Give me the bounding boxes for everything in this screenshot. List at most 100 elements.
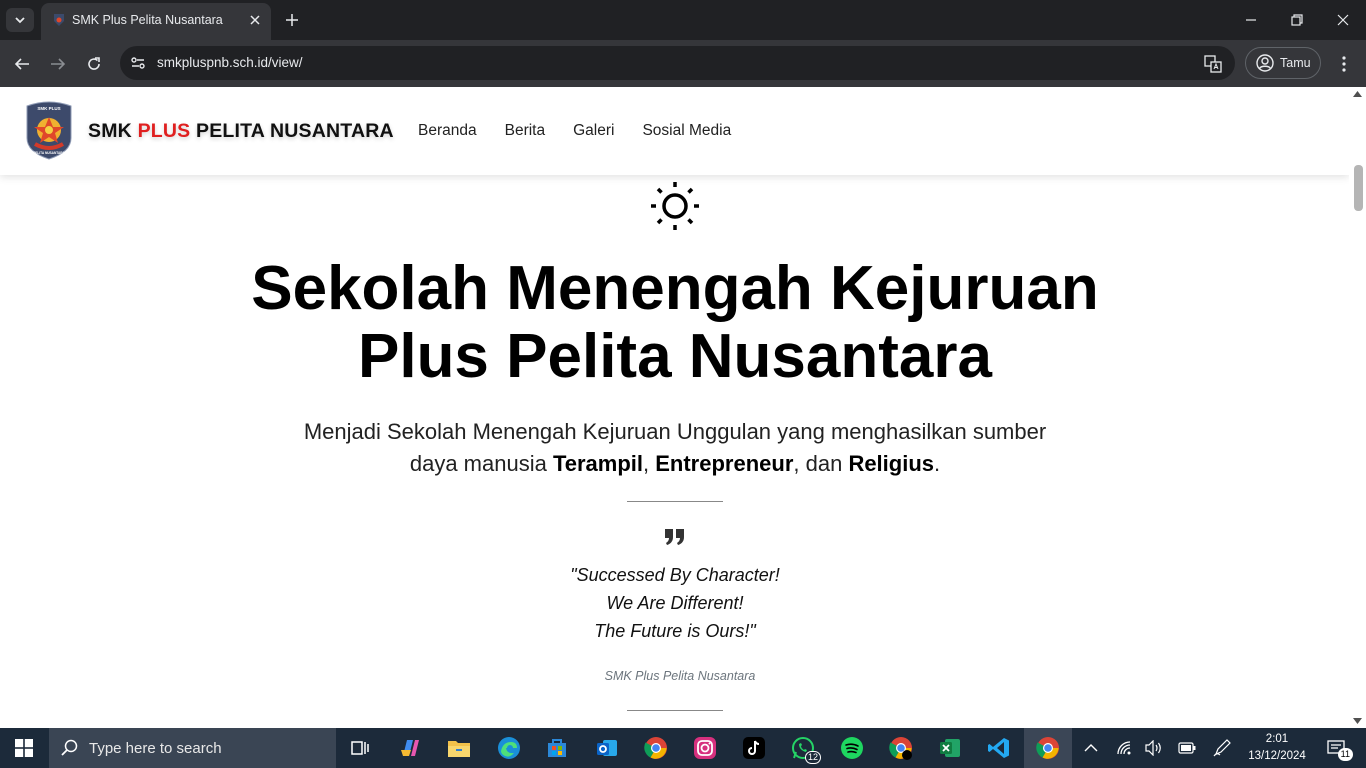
- start-button[interactable]: [0, 728, 48, 768]
- scroll-down-arrow-icon[interactable]: [1353, 718, 1362, 724]
- lead-religius: Religius: [848, 451, 935, 476]
- taskbar-search[interactable]: Type here to search: [49, 728, 336, 768]
- lead-separator: ,: [643, 451, 656, 476]
- chrome-profile-icon[interactable]: [887, 734, 915, 762]
- main-nav: Beranda Berita Galeri Sosial Media: [418, 122, 731, 140]
- battery-icon[interactable]: [1178, 739, 1196, 757]
- quote-line2: We Are Different!: [606, 593, 744, 613]
- profile-button[interactable]: Tamu: [1245, 47, 1321, 79]
- web-page: SMK PLUS PELITA NUSANTARA SMK PLUS PELIT…: [0, 87, 1366, 728]
- site-header: SMK PLUS PELITA NUSANTARA SMK PLUS PELIT…: [0, 87, 1349, 175]
- nav-sosial-media[interactable]: Sosial Media: [642, 122, 731, 140]
- taskbar: Type here to search 12 2:01 13/12/2024 1…: [0, 728, 1366, 768]
- scrollbar-thumb[interactable]: [1354, 165, 1363, 211]
- edge-icon[interactable]: [495, 734, 523, 762]
- pen-icon[interactable]: [1213, 739, 1231, 757]
- page-scrollbar[interactable]: [1349, 87, 1366, 728]
- notification-badge: 11: [1337, 748, 1353, 761]
- file-explorer-icon[interactable]: [445, 734, 473, 762]
- volume-icon[interactable]: [1145, 739, 1163, 757]
- sun-icon[interactable]: [650, 181, 700, 231]
- brand-suffix: PELITA NUSANTARA: [190, 120, 394, 142]
- reload-icon: [88, 57, 100, 70]
- tab-title: SMK Plus Pelita Nusantara: [72, 13, 223, 27]
- vscode-icon[interactable]: [985, 734, 1013, 762]
- forward-button[interactable]: [46, 52, 70, 76]
- tab-active[interactable]: SMK Plus Pelita Nusantara: [41, 3, 271, 40]
- back-button[interactable]: [10, 52, 34, 76]
- quote-line1: "Successed By Character!: [570, 565, 780, 585]
- school-logo[interactable]: SMK PLUS PELITA NUSANTARA: [24, 100, 74, 160]
- microsoft-store-icon[interactable]: [543, 734, 571, 762]
- nav-galeri[interactable]: Galeri: [573, 122, 614, 140]
- url-text: smkpluspnb.sch.id/view/: [157, 55, 303, 70]
- nav-berita[interactable]: Berita: [505, 122, 546, 140]
- plus-icon: [286, 14, 298, 26]
- windows-logo-icon: [15, 739, 33, 757]
- lead-entrepreneur: Entrepreneur: [655, 451, 794, 476]
- divider-bottom: [627, 710, 723, 711]
- logo-text-top: SMK PLUS: [37, 106, 60, 111]
- close-icon: [1337, 14, 1349, 26]
- close-window-button[interactable]: [1333, 10, 1353, 30]
- brand-prefix: SMK: [88, 120, 138, 142]
- tab-search-button[interactable]: [6, 8, 34, 32]
- quote-line3: The Future is Ours!": [594, 621, 756, 641]
- divider-top: [627, 501, 723, 502]
- whatsapp-icon[interactable]: 12: [789, 734, 821, 764]
- notification-center-icon[interactable]: 11: [1325, 739, 1353, 761]
- arrow-left-icon: [14, 58, 29, 70]
- tiktok-icon[interactable]: [740, 734, 768, 762]
- restore-icon: [1291, 14, 1303, 26]
- clock-time: 2:01: [1265, 733, 1289, 745]
- hero-title: Sekolah Menengah Kejuruan Plus Pelita Nu…: [200, 255, 1150, 391]
- address-bar[interactable]: smkpluspnb.sch.id/view/: [120, 46, 1235, 80]
- excel-icon[interactable]: [936, 734, 964, 762]
- translate-icon[interactable]: [1203, 54, 1223, 74]
- school-logo-icon: [54, 14, 64, 26]
- chevron-down-icon: [15, 17, 25, 24]
- restore-button[interactable]: [1287, 10, 1307, 30]
- hero-title-line2: Plus Pelita Nusantara: [357, 322, 993, 391]
- nav-beranda[interactable]: Beranda: [418, 122, 477, 140]
- close-tab-icon[interactable]: [247, 12, 263, 28]
- lead-end: .: [934, 451, 941, 476]
- minimize-icon: [1246, 19, 1256, 21]
- reload-button[interactable]: [82, 52, 106, 76]
- network-icon[interactable]: [1115, 739, 1133, 757]
- instagram-icon[interactable]: [691, 734, 719, 762]
- hero-lead: Menjadi Sekolah Menengah Kejuruan Unggul…: [280, 416, 1070, 480]
- logo-text-bottom: PELITA NUSANTARA: [33, 151, 66, 155]
- account-circle-icon: [1256, 54, 1274, 72]
- copilot-icon[interactable]: [396, 734, 424, 762]
- brand-highlight: PLUS: [137, 120, 191, 142]
- site-info-icon[interactable]: [128, 53, 148, 73]
- task-view-icon[interactable]: [346, 734, 374, 762]
- motto-quote: "Successed By Character! We Are Differen…: [380, 561, 970, 645]
- spotify-icon[interactable]: [838, 734, 866, 762]
- show-hidden-icons-icon[interactable]: [1082, 739, 1100, 757]
- minimize-button[interactable]: [1241, 10, 1261, 30]
- chrome-active-icon[interactable]: [1034, 734, 1062, 762]
- lead-terampil: Terampil: [552, 451, 643, 476]
- search-placeholder: Type here to search: [89, 739, 222, 757]
- more-vert-icon: [1342, 56, 1346, 72]
- new-tab-button[interactable]: [282, 10, 302, 30]
- site-brand[interactable]: SMK PLUS PELITA NUSANTARA: [88, 120, 394, 143]
- arrow-right-icon: [51, 58, 66, 70]
- taskbar-clock[interactable]: 2:01 13/12/2024: [1244, 731, 1310, 765]
- chrome-icon[interactable]: [642, 734, 670, 762]
- quote-citation: SMK Plus Pelita Nusantara: [604, 669, 756, 683]
- whatsapp-badge: 12: [804, 751, 821, 764]
- tab-strip: SMK Plus Pelita Nusantara: [0, 0, 1366, 40]
- scroll-up-arrow-icon[interactable]: [1353, 91, 1362, 97]
- outlook-icon[interactable]: [593, 734, 621, 762]
- hero-title-line1: Sekolah Menengah Kejuruan: [251, 254, 1099, 323]
- browser-toolbar: smkpluspnb.sch.id/view/ Tamu: [0, 40, 1366, 87]
- profile-label: Tamu: [1280, 56, 1311, 70]
- clock-date: 13/12/2024: [1248, 750, 1306, 762]
- search-icon: [61, 739, 78, 756]
- browser-menu-button[interactable]: [1334, 52, 1354, 76]
- lead-separator: , dan: [793, 451, 849, 476]
- quote-icon: [665, 529, 684, 545]
